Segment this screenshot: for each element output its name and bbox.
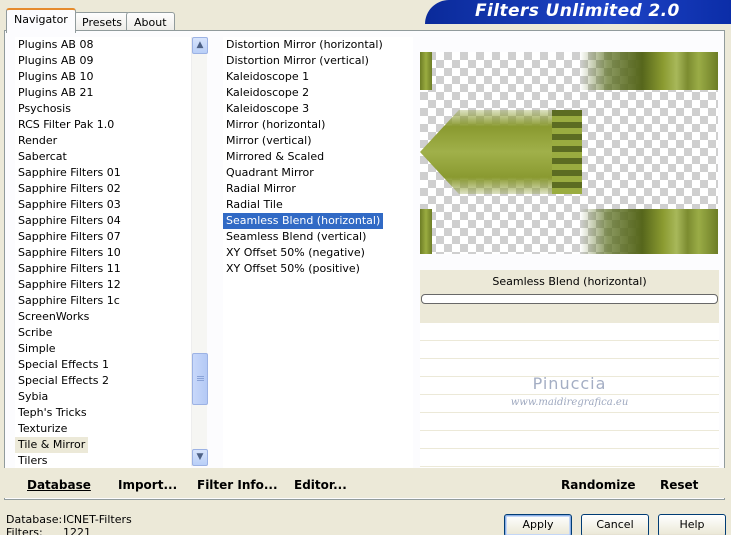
progress-bar xyxy=(421,294,718,304)
category-item[interactable]: Texturize xyxy=(15,421,70,437)
category-item[interactable]: Plugins AB 21 xyxy=(15,85,96,101)
tab-presets[interactable]: Presets xyxy=(74,12,131,32)
category-item[interactable]: Tilers xyxy=(15,453,51,468)
category-item[interactable]: Sybia xyxy=(15,389,51,405)
category-item[interactable]: Sapphire Filters 11 xyxy=(15,261,124,277)
filter-title: Seamless Blend (horizontal) xyxy=(492,275,647,288)
category-item[interactable]: Sapphire Filters 02 xyxy=(15,181,124,197)
filter-item[interactable]: Quadrant Mirror xyxy=(223,165,317,181)
category-item[interactable]: Scribe xyxy=(15,325,55,341)
category-list[interactable]: Plugins AB 08 Plugins AB 09 Plugins AB 10 P… xyxy=(15,37,191,468)
preview-image xyxy=(420,52,718,254)
filter-info-button[interactable]: Filter Info... xyxy=(197,478,278,492)
category-item[interactable]: Sapphire Filters 07 xyxy=(15,229,124,245)
filter-list[interactable]: Distortion Mirror (horizontal) Distortion… xyxy=(223,37,413,468)
filter-item[interactable]: Mirror (horizontal) xyxy=(223,117,328,133)
category-item[interactable]: Sapphire Filters 12 xyxy=(15,277,124,293)
filter-item[interactable]: Radial Tile xyxy=(223,197,286,213)
category-item[interactable]: Plugins AB 08 xyxy=(15,37,96,53)
filter-item[interactable]: XY Offset 50% (negative) xyxy=(223,245,368,261)
database-value: ICNET-Filters xyxy=(63,513,132,526)
scroll-thumb[interactable] xyxy=(192,353,208,405)
category-item[interactable]: Special Effects 1 xyxy=(15,357,112,373)
category-item[interactable]: Sapphire Filters 04 xyxy=(15,213,124,229)
database-info: Database:ICNET-Filters Filters: 1221 xyxy=(6,513,132,535)
app-title: Filters Unlimited 2.0 xyxy=(475,1,680,21)
filters-label: Filters: xyxy=(6,526,43,535)
apply-button[interactable]: Apply xyxy=(504,514,572,535)
filter-item[interactable]: Distortion Mirror (vertical) xyxy=(223,53,372,69)
reset-button[interactable]: Reset xyxy=(660,478,698,492)
filter-item[interactable]: Mirrored & Scaled xyxy=(223,149,327,165)
filters-count: 1221 xyxy=(63,526,91,535)
category-item[interactable]: Sabercat xyxy=(15,149,70,165)
category-item[interactable]: Special Effects 2 xyxy=(15,373,112,389)
filter-item[interactable]: Kaleidoscope 2 xyxy=(223,85,312,101)
filter-item[interactable]: Kaleidoscope 3 xyxy=(223,101,312,117)
filter-item[interactable]: Distortion Mirror (horizontal) xyxy=(223,37,386,53)
filter-item[interactable]: Radial Mirror xyxy=(223,181,299,197)
filter-item[interactable]: XY Offset 50% (positive) xyxy=(223,261,363,277)
category-item[interactable]: Tile & Mirror xyxy=(15,437,89,453)
filter-item[interactable]: Seamless Blend (vertical) xyxy=(223,229,369,245)
category-item[interactable]: Sapphire Filters 10 xyxy=(15,245,124,261)
category-item[interactable]: Plugins AB 10 xyxy=(15,69,96,85)
filter-item[interactable]: Mirror (vertical) xyxy=(223,133,315,149)
category-item[interactable]: Sapphire Filters 1c xyxy=(15,293,123,309)
category-scrollbar[interactable]: ▲ ▼ xyxy=(191,37,208,466)
cancel-button[interactable]: Cancel xyxy=(581,514,649,535)
tab-about[interactable]: About xyxy=(126,12,175,32)
category-item[interactable]: Plugins AB 09 xyxy=(15,53,96,69)
scroll-down-icon[interactable]: ▼ xyxy=(192,449,208,466)
database-button[interactable]: Database xyxy=(27,478,91,492)
category-item[interactable]: Teph's Tricks xyxy=(15,405,90,421)
filter-item[interactable]: Seamless Blend (horizontal) xyxy=(223,213,384,229)
database-label: Database: xyxy=(6,513,63,526)
category-item[interactable]: Sapphire Filters 03 xyxy=(15,197,124,213)
watermark-text: Pinuccia xyxy=(532,374,607,393)
randomize-button[interactable]: Randomize xyxy=(561,478,635,492)
filter-item[interactable]: Kaleidoscope 1 xyxy=(223,69,312,85)
tab-navigator[interactable]: Navigator xyxy=(6,8,76,33)
scroll-up-icon[interactable]: ▲ xyxy=(192,37,208,54)
category-item[interactable]: Sapphire Filters 01 xyxy=(15,165,124,181)
import-button[interactable]: Import... xyxy=(118,478,177,492)
category-item[interactable]: Simple xyxy=(15,341,59,357)
category-item[interactable]: Psychosis xyxy=(15,101,74,117)
help-button[interactable]: Help xyxy=(658,514,726,535)
editor-button[interactable]: Editor... xyxy=(294,478,347,492)
category-item[interactable]: RCS Filter Pak 1.0 xyxy=(15,117,117,133)
category-item[interactable]: Render xyxy=(15,133,60,149)
watermark-url: www.maidiregrafica.eu xyxy=(510,397,629,408)
category-item[interactable]: ScreenWorks xyxy=(15,309,92,325)
